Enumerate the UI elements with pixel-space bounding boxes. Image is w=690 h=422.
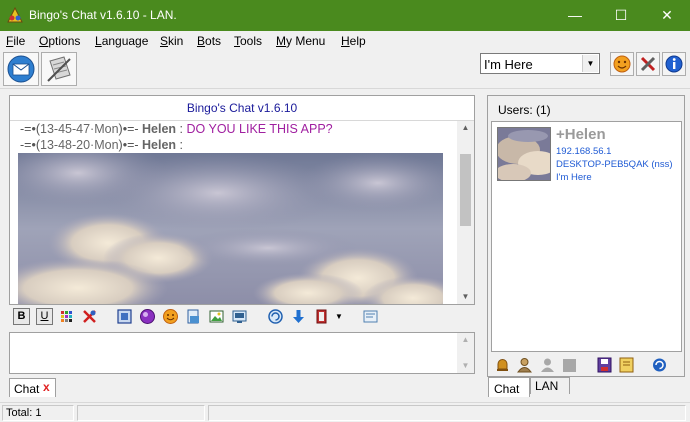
menu-skin[interactable]: Skin — [160, 34, 183, 48]
send-message-button[interactable] — [3, 52, 39, 86]
shared-cloud-image — [18, 153, 443, 304]
users-count: Users: (1) — [498, 103, 551, 117]
avatar — [497, 127, 551, 181]
door-icon[interactable] — [313, 308, 330, 325]
underline-button[interactable]: U — [36, 308, 53, 325]
menu-options[interactable]: Options — [39, 34, 80, 48]
input-scrollbar[interactable]: ▲ ▼ — [457, 333, 474, 373]
tab-lan-label: LAN — [535, 379, 559, 393]
tab-chat[interactable]: Chat x — [9, 378, 56, 397]
color-palette-icon[interactable] — [58, 308, 75, 325]
tab-users-chat[interactable]: Chat — [488, 377, 530, 397]
scroll-down-icon[interactable]: ▼ — [457, 290, 474, 304]
scroll-up-icon[interactable]: ▲ — [457, 121, 474, 135]
close-button[interactable]: ✕ — [644, 0, 690, 31]
tab-users-chat-label: Chat — [494, 382, 520, 396]
scroll-up-icon[interactable]: ▲ — [457, 333, 474, 347]
menu-help[interactable]: Help — [341, 34, 366, 48]
maximize-button[interactable]: ☐ — [598, 0, 644, 31]
user-host: DESKTOP-PEB5QAK (nss) — [556, 159, 673, 170]
tools-icon — [640, 56, 656, 72]
app-logo-icon — [7, 7, 23, 23]
menu-my-menu[interactable]: My Menu — [276, 34, 325, 48]
minimize-button[interactable]: — — [552, 0, 598, 31]
send-file-icon[interactable] — [185, 308, 202, 325]
tab-chat-label: Chat — [14, 382, 40, 396]
door-dropdown-icon[interactable]: ▼ — [335, 308, 343, 325]
chat-message: -=•(13-45-47·Mon)•=- Helen : DO YOU LIKE… — [20, 122, 333, 136]
clear-format-icon[interactable] — [81, 308, 98, 325]
bold-button[interactable]: B — [13, 308, 30, 325]
info-button[interactable] — [662, 52, 686, 76]
status-panel-3 — [208, 405, 686, 421]
app-window: Bingo's Chat v1.6.10 - LAN. — ☐ ✕ File O… — [0, 0, 690, 422]
user-ip: 192.168.56.1 — [556, 146, 612, 157]
chat-header: Bingo's Chat v1.6.10 — [10, 96, 474, 121]
menu-language[interactable]: Language — [95, 34, 148, 48]
info-icon — [665, 55, 683, 73]
smiley-icon — [613, 55, 631, 73]
notes-icon — [47, 56, 71, 82]
scroll-down-icon[interactable]: ▼ — [457, 359, 474, 373]
emoticon-icon[interactable] — [162, 308, 179, 325]
users-toolbar — [488, 354, 684, 376]
send-message-icon — [7, 55, 35, 83]
purple-circle-icon[interactable] — [139, 308, 156, 325]
alert-bell-icon[interactable] — [494, 356, 511, 374]
chat-messages[interactable]: -=•(13-45-47·Mon)•=- Helen : DO YOU LIKE… — [10, 121, 458, 304]
block-disabled-icon — [563, 359, 576, 372]
user-disabled-icon — [541, 358, 554, 372]
users-refresh-icon[interactable] — [651, 356, 668, 374]
chat-pane: Bingo's Chat v1.6.10 -=•(13-45-47·Mon)•=… — [9, 95, 475, 305]
save-list-icon[interactable] — [596, 356, 613, 374]
message-window-icon[interactable] — [362, 308, 379, 325]
tools-button[interactable] — [636, 52, 660, 76]
notes-button[interactable] — [41, 52, 77, 86]
download-icon[interactable] — [290, 308, 307, 325]
screen-capture-icon[interactable] — [231, 308, 248, 325]
status-bar: Total: 1 — [0, 402, 690, 422]
menu-file[interactable]: File — [6, 34, 25, 48]
user-status: I'm Here — [556, 172, 592, 183]
message-input[interactable]: ▲ ▼ — [9, 332, 475, 374]
notes-folder-icon[interactable] — [618, 356, 635, 374]
tab-close-icon[interactable]: x — [43, 380, 50, 394]
send-image-icon[interactable] — [208, 308, 225, 325]
chat-scrollbar[interactable]: ▲ ▼ — [457, 121, 474, 304]
menu-bar: File Options Language Skin Bots Tools My… — [0, 31, 690, 51]
smiley-button[interactable] — [610, 52, 634, 76]
user-profile-icon[interactable] — [516, 356, 533, 374]
status-panel-2 — [77, 405, 205, 421]
users-list[interactable]: +Helen 192.168.56.1 DESKTOP-PEB5QAK (nss… — [491, 121, 682, 352]
menu-bots[interactable]: Bots — [197, 34, 221, 48]
status-select-value: I'm Here — [484, 57, 533, 72]
menu-tools[interactable]: Tools — [234, 34, 262, 48]
format-toolbar: B U ▼ — [10, 306, 480, 328]
scroll-thumb[interactable] — [460, 154, 471, 226]
user-name: +Helen — [556, 126, 606, 143]
tab-lan[interactable]: LAN — [530, 377, 570, 394]
window-title: Bingo's Chat v1.6.10 - LAN. — [29, 8, 177, 22]
refresh-icon[interactable] — [267, 308, 284, 325]
chevron-down-icon[interactable]: ▼ — [582, 55, 598, 72]
chat-message: -=•(13-48-20·Mon)•=- Helen : — [20, 138, 184, 152]
blue-frame-icon[interactable] — [116, 308, 133, 325]
total-count: Total: 1 — [2, 405, 74, 421]
title-bar[interactable]: Bingo's Chat v1.6.10 - LAN. — ☐ ✕ — [0, 0, 690, 31]
users-pane: Users: (1) +Helen 192.168.56.1 DESKTOP-P… — [487, 95, 685, 377]
status-select[interactable]: I'm Here ▼ — [480, 53, 600, 74]
